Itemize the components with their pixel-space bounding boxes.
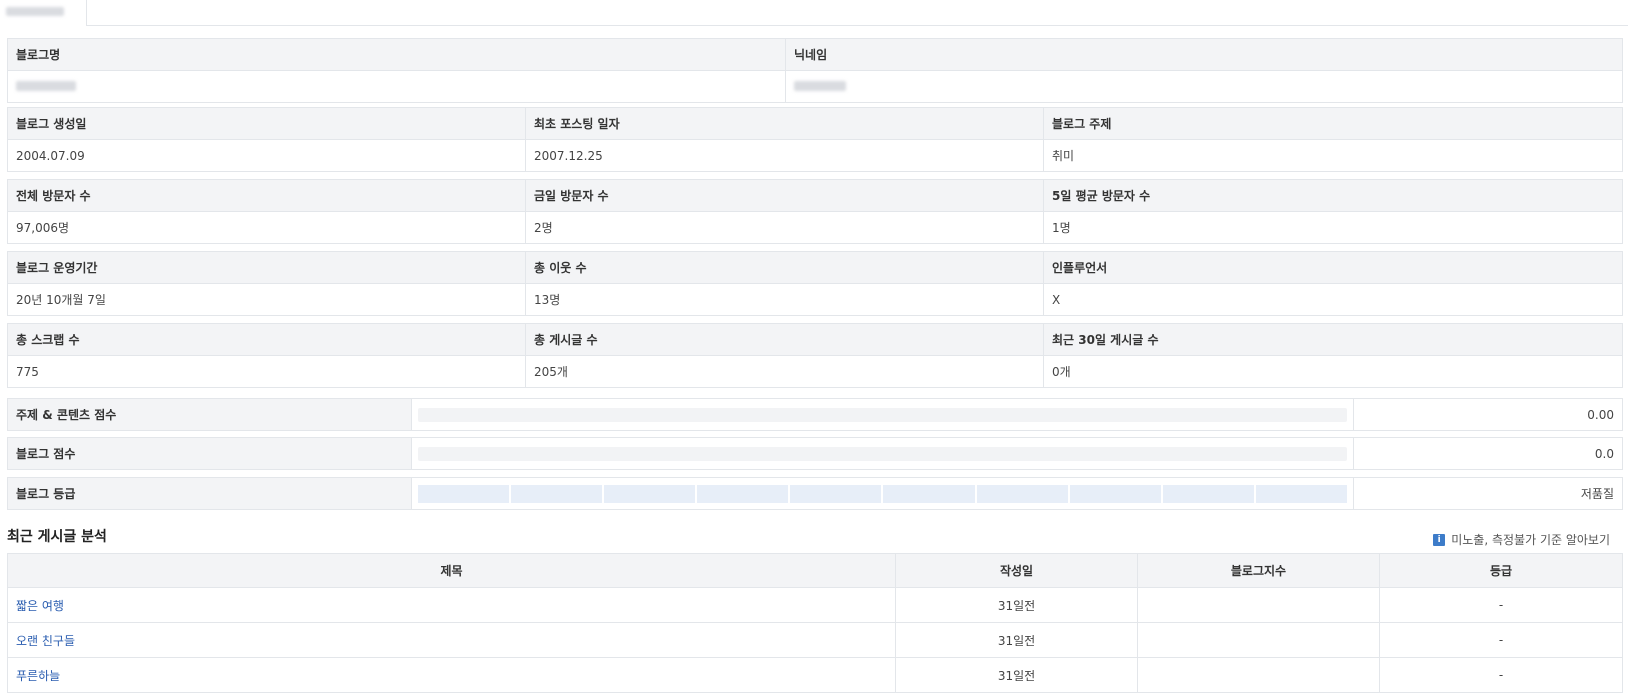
operating-period-header: 블로그 운영기간 [7, 251, 526, 284]
post-date: 31일전 [895, 657, 1138, 693]
table-row: 오랜 친구들 31일전 - [7, 622, 1623, 658]
topic-content-score-value: 0.00 [1353, 398, 1623, 431]
scrap-count-value: 775 [7, 355, 526, 388]
post-title-link[interactable]: 푸른하늘 [16, 669, 60, 683]
visibility-criteria-text: 미노출, 측정불가 기준 알아보기 [1451, 533, 1610, 547]
post-title-link[interactable]: 오랜 친구들 [16, 634, 75, 648]
post-blog-index [1137, 622, 1380, 658]
post-grade: - [1379, 587, 1623, 623]
recent-posts-title: 최근 게시글 분석 [7, 529, 107, 545]
blog-info-table-4: 총 스크랩 수 총 게시글 수 최근 30일 게시글 수 775 205개 0개 [7, 323, 1623, 388]
influencer-value: X [1043, 283, 1623, 316]
first-post-date-header: 최초 포스팅 일자 [525, 107, 1044, 140]
post-blog-index [1137, 587, 1380, 623]
blog-topic-header: 블로그 주제 [1043, 107, 1623, 140]
neighbors-value: 13명 [525, 283, 1044, 316]
top-bar [0, 0, 1628, 26]
post-grade: - [1379, 657, 1623, 693]
blog-info-table-1: 블로그 생성일 최초 포스팅 일자 블로그 주제 2004.07.09 2007… [7, 107, 1623, 172]
blog-score-value: 0.0 [1353, 437, 1623, 470]
grade-segment [1255, 484, 1347, 503]
column-header-blog-index: 블로그지수 [1137, 553, 1380, 588]
blog-grade-row: 블로그 등급 저품질 [7, 477, 1623, 510]
scrap-count-header: 총 스크랩 수 [7, 323, 526, 356]
tab-blog[interactable] [0, 0, 87, 26]
first-post-date-value: 2007.12.25 [525, 139, 1044, 172]
grade-segment [1162, 484, 1254, 503]
nickname-value [785, 70, 1623, 103]
blog-score-bar [418, 446, 1347, 461]
grade-segment [790, 484, 882, 503]
post-count-header: 총 게시글 수 [525, 323, 1044, 356]
avg-visitors-value: 1명 [1043, 211, 1623, 244]
recent-post-count-value: 0개 [1043, 355, 1623, 388]
created-date-value: 2004.07.09 [7, 139, 526, 172]
tab-label-blurred [6, 7, 64, 16]
blog-name-table: 블로그명 닉네임 [7, 38, 1623, 103]
blog-grade-label: 블로그 등급 [7, 477, 412, 510]
post-date: 31일전 [895, 587, 1138, 623]
blog-score-row: 블로그 점수 0.0 [7, 437, 1623, 470]
grade-segment [976, 484, 1068, 503]
operating-period-value: 20년 10개월 7일 [7, 283, 526, 316]
blog-info-table-3: 블로그 운영기간 총 이웃 수 인플루언서 20년 10개월 7일 13명 X [7, 251, 1623, 316]
blog-name-value [7, 70, 786, 103]
blog-name-header: 블로그명 [7, 38, 786, 71]
post-blog-index [1137, 657, 1380, 693]
grade-segment [604, 484, 696, 503]
avg-visitors-header: 5일 평균 방문자 수 [1043, 179, 1623, 212]
grade-segment [418, 484, 510, 503]
post-title-link[interactable]: 짧은 여행 [16, 599, 64, 613]
column-header-date: 작성일 [895, 553, 1138, 588]
post-date: 31일전 [895, 622, 1138, 658]
table-row: 짧은 여행 31일전 - [7, 587, 1623, 623]
today-visitors-value: 2명 [525, 211, 1044, 244]
post-count-value: 205개 [525, 355, 1044, 388]
grade-segment [1069, 484, 1161, 503]
grade-segment [511, 484, 603, 503]
column-header-grade: 등급 [1379, 553, 1623, 588]
created-date-header: 블로그 생성일 [7, 107, 526, 140]
grade-segment [697, 484, 789, 503]
topic-content-score-bar [418, 407, 1347, 422]
visibility-criteria-link[interactable]: i 미노출, 측정불가 기준 알아보기 [1433, 531, 1610, 548]
info-icon: i [1433, 533, 1446, 546]
blog-info-table-2: 전체 방문자 수 금일 방문자 수 5일 평균 방문자 수 97,006명 2명… [7, 179, 1623, 244]
recent-posts-table: 제목 작성일 블로그지수 등급 짧은 여행 31일전 - 오랜 친구들 31일전… [7, 553, 1623, 693]
recent-post-count-header: 최근 30일 게시글 수 [1043, 323, 1623, 356]
nickname-header: 닉네임 [785, 38, 1623, 71]
influencer-header: 인플루언서 [1043, 251, 1623, 284]
today-visitors-header: 금일 방문자 수 [525, 179, 1044, 212]
table-row: 푸른하늘 31일전 - [7, 657, 1623, 693]
topic-content-score-row: 주제 & 콘텐츠 점수 0.00 [7, 398, 1623, 431]
neighbors-header: 총 이웃 수 [525, 251, 1044, 284]
post-grade: - [1379, 622, 1623, 658]
topic-content-score-label: 주제 & 콘텐츠 점수 [7, 398, 412, 431]
blog-topic-value: 취미 [1043, 139, 1623, 172]
blog-grade-value: 저품질 [1353, 477, 1623, 510]
total-visitors-value: 97,006명 [7, 211, 526, 244]
column-header-title: 제목 [7, 553, 896, 588]
total-visitors-header: 전체 방문자 수 [7, 179, 526, 212]
blog-grade-bar [418, 484, 1347, 503]
grade-segment [883, 484, 975, 503]
blog-score-label: 블로그 점수 [7, 437, 412, 470]
